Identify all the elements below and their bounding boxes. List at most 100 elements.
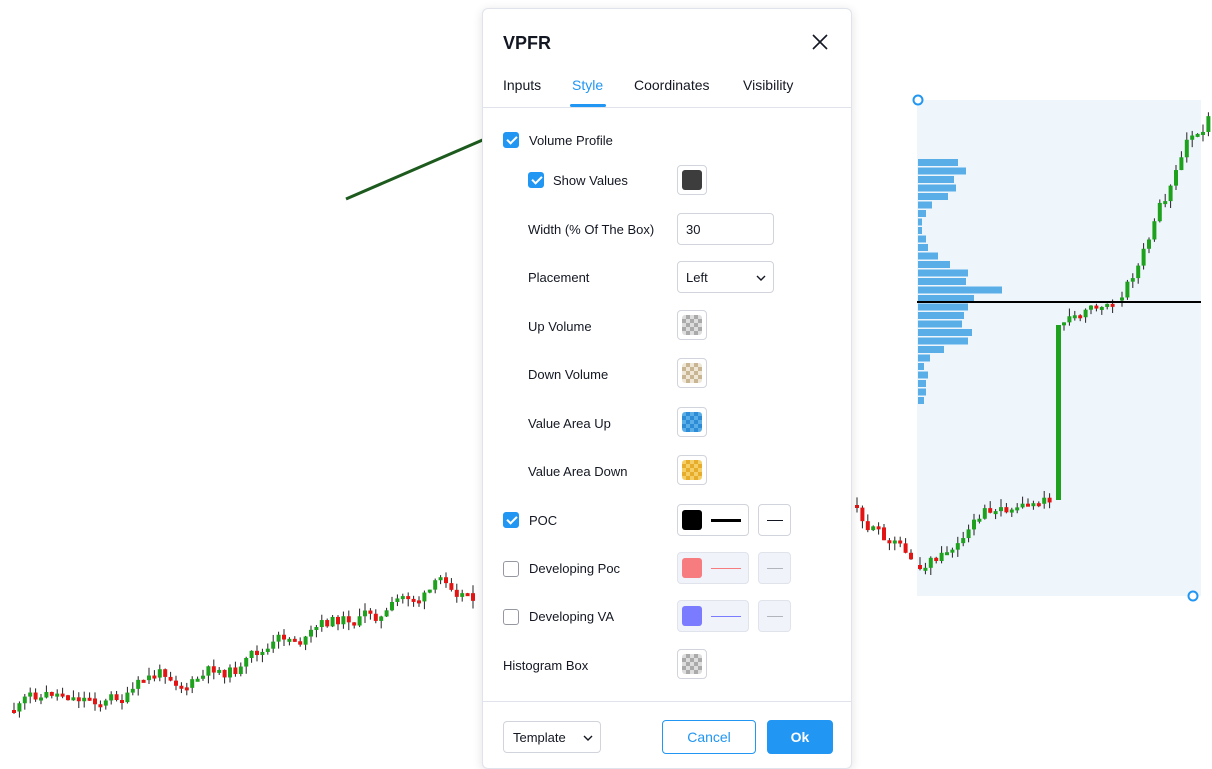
candle	[1056, 325, 1061, 500]
candle	[1195, 133, 1200, 137]
developing-va-line-style-button[interactable]	[758, 600, 791, 632]
close-icon[interactable]	[809, 31, 831, 53]
candle	[33, 692, 38, 700]
value-area-up-label: Value Area Up	[528, 416, 611, 431]
candle	[1026, 503, 1030, 507]
candle	[222, 669, 227, 678]
width-input[interactable]	[677, 213, 774, 245]
down-volume-color-button[interactable]	[677, 358, 707, 388]
candle	[1141, 248, 1146, 266]
developing-poc-style-button[interactable]	[677, 552, 749, 584]
value-area-up-color-button[interactable]	[677, 407, 707, 437]
candle	[201, 675, 205, 679]
candle	[460, 593, 465, 597]
candle	[1009, 509, 1014, 513]
candle	[465, 593, 470, 597]
template-dropdown[interactable]: Template	[503, 721, 601, 753]
candle	[363, 610, 367, 617]
profile-bar	[918, 278, 966, 285]
profile-bar	[918, 388, 926, 396]
developing-poc-checkbox[interactable]	[503, 561, 519, 577]
candle	[330, 616, 335, 627]
show-values-checkbox[interactable]	[528, 172, 544, 188]
developing-va-checkbox[interactable]	[503, 609, 519, 625]
profile-bar	[918, 184, 956, 192]
candle	[211, 666, 216, 673]
value-area-down-label: Value Area Down	[528, 464, 628, 479]
candle	[406, 596, 411, 600]
line-thickness-preview	[711, 568, 741, 569]
candle	[977, 518, 982, 522]
line-style-preview	[767, 616, 783, 617]
profile-bar	[918, 227, 922, 234]
tab-coordinates[interactable]: Coordinates	[634, 77, 710, 93]
color-swatch	[682, 363, 702, 383]
placement-select[interactable]: Left	[677, 261, 774, 293]
value-area-down-color-button[interactable]	[677, 455, 707, 485]
candle	[255, 650, 259, 655]
up-volume-label: Up Volume	[528, 319, 592, 334]
template-label: Template	[513, 730, 566, 745]
volume-profile-checkbox[interactable]	[503, 132, 519, 148]
candle	[928, 557, 933, 568]
candle	[438, 577, 443, 581]
dialog-title: VPFR	[503, 33, 552, 53]
candle	[961, 538, 966, 544]
candle	[244, 657, 249, 667]
developing-poc-line-style-button[interactable]	[758, 552, 791, 584]
candle	[22, 696, 27, 704]
candle	[1110, 303, 1115, 307]
candle	[860, 507, 865, 522]
tab-style[interactable]: Style	[572, 77, 603, 93]
down-volume-label: Down Volume	[528, 367, 609, 382]
developing-va-style-button[interactable]	[677, 600, 749, 632]
left-candles	[12, 572, 475, 718]
candle	[1120, 297, 1124, 301]
candle	[249, 650, 254, 658]
profile-bar	[918, 363, 924, 370]
candle	[865, 521, 870, 531]
candle	[1036, 503, 1041, 507]
candle	[1099, 306, 1104, 310]
ok-button[interactable]: Ok	[767, 720, 833, 754]
profile-bar	[918, 303, 968, 311]
candle	[271, 641, 276, 649]
histogram-box-color-button[interactable]	[677, 649, 707, 679]
profile-bar	[918, 261, 950, 268]
candle	[17, 703, 22, 712]
candle	[417, 600, 421, 604]
poc-line-style-button[interactable]	[758, 504, 791, 536]
line-style-preview	[767, 568, 783, 569]
candle	[276, 634, 281, 642]
show-values-color-button[interactable]	[677, 165, 707, 195]
anchor-handle-bottom[interactable]	[1187, 590, 1199, 602]
tab-inputs[interactable]: Inputs	[503, 77, 541, 93]
candle	[939, 552, 944, 561]
candle	[114, 694, 119, 701]
candle	[1094, 305, 1099, 309]
candle	[368, 610, 373, 614]
poc-checkbox[interactable]	[503, 512, 519, 528]
candle	[955, 543, 960, 550]
candle	[195, 678, 200, 682]
active-tab-indicator	[570, 104, 606, 107]
profile-bar	[918, 329, 972, 336]
candle	[988, 508, 993, 513]
candle	[1042, 497, 1047, 504]
candle	[319, 620, 324, 628]
candle	[887, 540, 892, 544]
cancel-button[interactable]: Cancel	[662, 720, 756, 754]
tab-bar: Inputs Style Coordinates Visibility	[483, 73, 851, 108]
candle	[82, 697, 87, 702]
tab-visibility[interactable]: Visibility	[743, 77, 793, 93]
candle	[993, 511, 998, 515]
candle	[1089, 305, 1093, 310]
up-volume-color-button[interactable]	[677, 310, 707, 340]
anchor-handle-top[interactable]	[912, 94, 924, 106]
volume-profile-label: Volume Profile	[529, 133, 613, 148]
candle	[471, 593, 475, 601]
poc-style-button[interactable]	[677, 504, 749, 536]
candle	[1136, 265, 1141, 279]
chevron-down-icon	[583, 735, 593, 741]
candle	[903, 543, 908, 553]
